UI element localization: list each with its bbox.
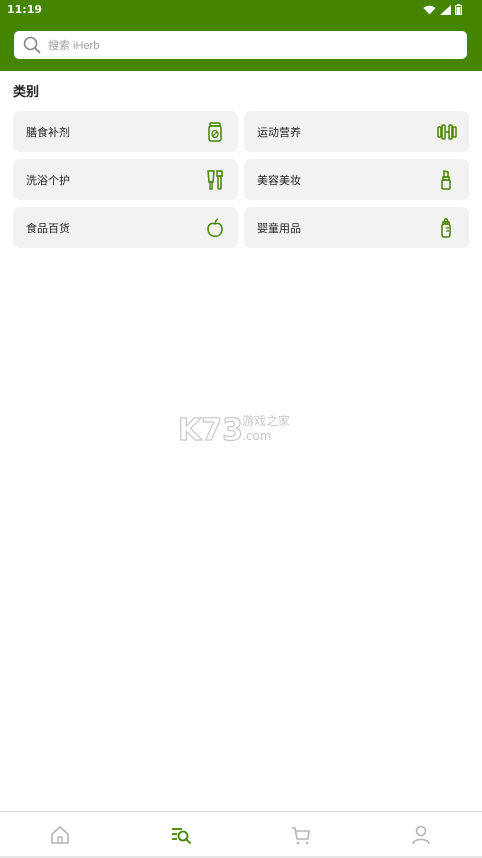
category-search-icon[interactable] <box>170 824 192 846</box>
signal-icon <box>440 4 451 15</box>
app-header: 11:19 搜索 iHerb <box>0 0 482 71</box>
status-time: 11:19 <box>7 3 43 16</box>
baby-bottle-icon <box>441 218 451 238</box>
status-bar: 11:19 <box>0 0 482 22</box>
home-icon[interactable] <box>49 824 71 846</box>
cart-icon[interactable] <box>290 824 312 846</box>
category-card-sports[interactable]: 运动营养 <box>244 111 469 152</box>
category-label: 膳食补剂 <box>26 126 70 139</box>
battery-icon <box>455 4 462 15</box>
category-label: 运动营养 <box>257 126 301 139</box>
section-title: 类别 <box>13 85 40 100</box>
category-label: 食品百货 <box>26 222 70 235</box>
category-card-bath[interactable]: 洗浴个护 <box>13 159 238 200</box>
svg-text:K73: K73 <box>178 413 243 446</box>
svg-text:.com: .com <box>242 429 271 443</box>
lipstick-icon <box>441 170 451 190</box>
category-card-grocery[interactable]: 食品百货 <box>13 207 238 248</box>
supplement-bottle-icon <box>208 122 222 142</box>
search-bar[interactable]: 搜索 iHerb <box>14 31 467 59</box>
person-icon[interactable] <box>410 824 432 846</box>
bottom-navigation <box>0 811 482 858</box>
svg-text:游戏之家: 游戏之家 <box>242 413 290 428</box>
apple-icon <box>207 218 223 237</box>
category-card-baby[interactable]: 婴童用品 <box>244 207 469 248</box>
dumbbell-icon <box>437 124 457 140</box>
category-label: 婴童用品 <box>257 222 301 235</box>
search-icon <box>23 36 41 54</box>
category-label: 洗浴个护 <box>26 174 70 187</box>
toiletries-icon <box>207 170 223 190</box>
wifi-icon <box>423 5 436 14</box>
status-icons <box>423 4 462 15</box>
category-card-supplements[interactable]: 膳食补剂 <box>13 111 238 152</box>
search-input[interactable]: 搜索 iHerb <box>48 37 99 53</box>
category-card-beauty[interactable]: 美容美妆 <box>244 159 469 200</box>
watermark-logo: K73 游戏之家 .com <box>178 412 290 446</box>
category-label: 美容美妆 <box>257 174 301 187</box>
